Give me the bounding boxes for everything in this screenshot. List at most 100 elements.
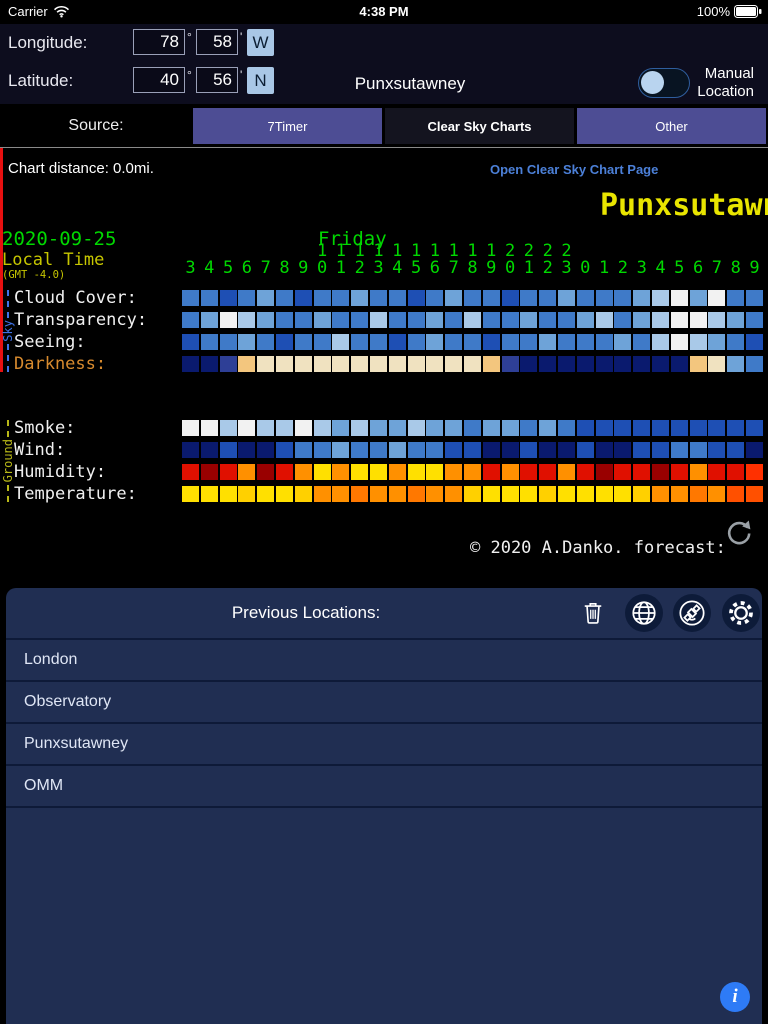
chart-cell (652, 442, 669, 458)
longitude-degree-symbol: ° (187, 30, 192, 44)
hour-tens-label: 2 (542, 241, 553, 261)
chart-cell (689, 356, 707, 372)
location-list-item-observatory[interactable]: Observatory (6, 682, 762, 724)
chart-cell (332, 464, 350, 480)
manual-location-toggle[interactable] (638, 68, 690, 98)
hour-ones-label: 3 (185, 258, 196, 278)
location-list-item-punxsutawney[interactable]: Punxsutawney (6, 724, 762, 766)
globe-icon[interactable] (625, 594, 663, 632)
chart-cell (576, 312, 594, 328)
hour-tens-label: 1 (354, 241, 365, 261)
chart-cell (595, 464, 613, 480)
hour-ones-label: 8 (467, 258, 478, 278)
hour-tens-label: 1 (448, 241, 459, 261)
chart-cell (746, 290, 763, 306)
open-chart-page-link[interactable]: Open Clear Sky Chart Page (490, 162, 658, 177)
chart-cell (257, 312, 275, 328)
chart-cell (388, 420, 406, 436)
chart-cell (445, 420, 463, 436)
chart-cell (238, 486, 256, 502)
chart-cell (633, 420, 651, 436)
chart-cell (689, 290, 707, 306)
chart-cell (708, 486, 726, 502)
chart-cell (426, 356, 444, 372)
chart-cell (633, 312, 651, 328)
location-list-item-london[interactable]: London (6, 640, 762, 682)
chart-cell (182, 486, 199, 502)
chart-cell (501, 486, 519, 502)
chart-cell (539, 486, 557, 502)
chart-cell (501, 420, 519, 436)
hour-ones-label: 9 (298, 258, 309, 278)
latitude-minutes-input[interactable] (196, 67, 238, 93)
location-header: Longitude: ° ' W Latitude: ° ' N Punxsut… (0, 24, 768, 104)
chart-cell (539, 464, 557, 480)
chart-cell (313, 334, 331, 350)
chart-cell (464, 464, 481, 480)
chart-cell (689, 312, 707, 328)
latitude-degrees-input[interactable] (133, 67, 185, 93)
chart-cell (407, 356, 425, 372)
source-option-7timer[interactable]: 7Timer (193, 108, 382, 144)
source-option-clear-sky-charts[interactable]: Clear Sky Charts (385, 108, 574, 144)
chart-cell (595, 486, 613, 502)
chart-distance-text: Chart distance: 0.0mi. (8, 160, 154, 177)
location-list-item-omm[interactable]: OMM (6, 766, 762, 808)
hour-ones-label: 9 (749, 258, 760, 278)
chart-cell (407, 420, 425, 436)
hour-ones-label: 0 (504, 258, 516, 278)
chart-cell (313, 356, 331, 372)
chart-cell (482, 442, 500, 458)
source-option-other[interactable]: Other (577, 108, 766, 144)
chart-cell (539, 420, 557, 436)
chart-cell (238, 420, 256, 436)
chart-cell (670, 486, 688, 502)
chart-cell (520, 334, 538, 350)
longitude-degrees-input[interactable] (133, 29, 185, 55)
satellite-icon[interactable] (673, 594, 711, 632)
chart-cell (445, 312, 463, 328)
chart-cell (576, 442, 594, 458)
chart-cell (558, 312, 575, 328)
chart-cell (426, 290, 444, 306)
chart-cell (294, 486, 312, 502)
refresh-icon[interactable] (724, 518, 754, 548)
ground-axis-dash-bottom (6, 484, 9, 503)
chart-cell (388, 290, 406, 306)
longitude-direction-button[interactable]: W (247, 29, 274, 56)
info-icon[interactable]: i (720, 982, 750, 1012)
chart-cell (633, 356, 651, 372)
latitude-direction-button[interactable]: N (247, 67, 274, 94)
battery-icon (734, 5, 762, 18)
chart-cell (464, 442, 481, 458)
chart-cell (539, 290, 557, 306)
hour-ones-label: 7 (448, 258, 459, 278)
chart-cell (520, 290, 538, 306)
chart-cell (633, 486, 651, 502)
chart-cell (370, 442, 387, 458)
chart-time-axis-label: Local Time (2, 250, 105, 270)
chart-cell (238, 312, 256, 328)
chart-cell (595, 334, 613, 350)
chart-cell (652, 486, 669, 502)
hour-ones-label: 7 (711, 258, 723, 278)
chart-copyright: © 2020 A.Danko. forecast: (470, 538, 726, 558)
chart-cell (708, 356, 726, 372)
chart-cell (633, 290, 651, 306)
chart-cell (332, 420, 350, 436)
chart-cell (426, 334, 444, 350)
chart-cell (595, 356, 613, 372)
hour-ones-label: 1 (335, 258, 347, 278)
chart-cell (708, 334, 726, 350)
chart-cell (614, 356, 632, 372)
trash-icon[interactable] (582, 600, 606, 626)
hour-ones-label: 3 (373, 258, 384, 278)
gear-icon[interactable] (722, 594, 760, 632)
longitude-minutes-input[interactable] (196, 29, 238, 55)
chart-cell (652, 464, 669, 480)
chart-row-label: Wind: (14, 440, 66, 460)
chart-cell (182, 420, 199, 436)
chart-cell (294, 312, 312, 328)
chart-cell (388, 464, 406, 480)
chart-cell (501, 442, 519, 458)
